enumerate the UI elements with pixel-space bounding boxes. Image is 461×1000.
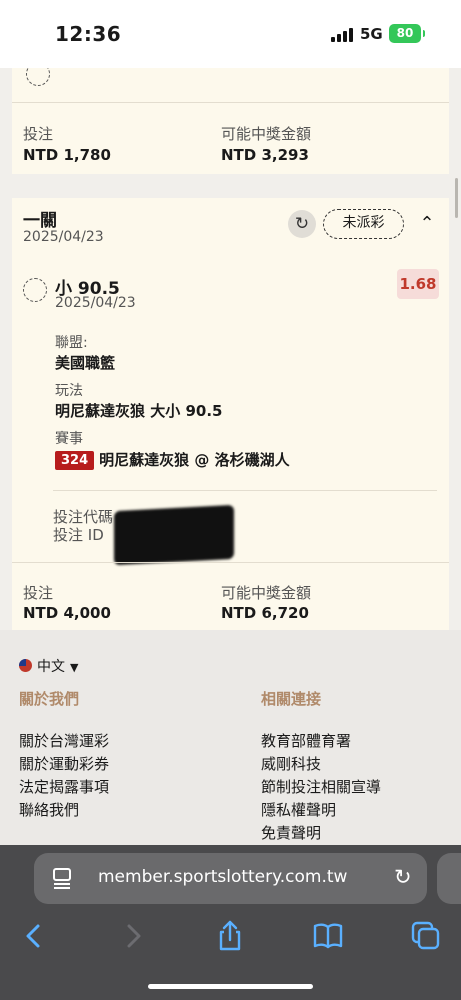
next-tab-preview[interactable] [437, 853, 461, 904]
footer-link[interactable]: 法定揭露事項 [19, 776, 109, 797]
footer-link[interactable]: 節制投注相關宣導 [261, 776, 381, 797]
reload-icon[interactable]: ↻ [394, 865, 412, 889]
match-label: 賽事 [55, 431, 83, 447]
odds-badge: 1.68 [397, 269, 439, 299]
footer-link[interactable]: 教育部體育署 [261, 730, 351, 751]
chevron-right-icon [127, 924, 141, 948]
payout-label: 可能中獎金額 [221, 125, 312, 143]
forward-button[interactable] [115, 918, 151, 954]
payout-value: NTD 6,720 [221, 604, 309, 622]
stake-label: 投注 [23, 125, 54, 143]
bet-type-title: 一關 [23, 211, 57, 231]
language-label: 中文 [37, 659, 65, 675]
pending-status-icon [23, 278, 47, 302]
chevron-up-icon: ⌃ [419, 213, 435, 234]
chevron-down-icon: ▼ [70, 661, 79, 674]
stake-value: NTD 4,000 [23, 604, 111, 622]
network-type: 5G [360, 25, 383, 43]
footer-link[interactable]: 威剛科技 [261, 753, 321, 774]
pending-status-icon [26, 68, 50, 86]
payout-status-badge: 未派彩 [323, 209, 404, 239]
signal-icon [331, 28, 355, 42]
payout-label: 可能中獎金額 [221, 584, 312, 602]
address-bar[interactable]: member.sportslottery.com.tw ↻ [34, 853, 427, 904]
match-number-badge: 324 [55, 451, 95, 470]
status-bar: 12:36 5G 80 [0, 0, 461, 68]
match-teams: 明尼蘇達灰狼 @ 洛杉磯湖人 [99, 451, 290, 469]
league-value: 美國職籃 [55, 354, 116, 372]
play-label: 玩法 [55, 383, 83, 399]
footer-link[interactable]: 聯絡我們 [19, 799, 79, 820]
url-text: member.sportslottery.com.tw [98, 867, 348, 887]
bet-id-label: 投注 ID [53, 526, 104, 544]
page-menu-icon[interactable] [52, 867, 72, 889]
selection-date: 2025/04/23 [55, 295, 136, 311]
match-value: 324 明尼蘇達灰狼 @ 洛杉磯湖人 [55, 449, 290, 470]
footer-link[interactable]: 隱私權聲明 [261, 799, 336, 820]
redaction-mark [114, 504, 234, 566]
league-label: 聯盟: [55, 335, 88, 351]
flag-icon [19, 659, 32, 672]
footer-link[interactable]: 關於運動彩券 [19, 753, 109, 774]
share-icon [219, 920, 241, 951]
footer-heading-links: 相關連接 [261, 690, 322, 708]
bookmarks-button[interactable] [310, 918, 346, 954]
chevron-left-icon [26, 924, 40, 948]
bet-card: 投注 NTD 1,780 可能中獎金額 NTD 3,293 [12, 68, 449, 174]
clock: 12:36 [55, 22, 122, 46]
home-indicator[interactable] [148, 984, 313, 989]
site-footer: 中文 ▼ 關於我們 關於台灣運彩 關於運動彩券 法定揭露事項 聯絡我們 相關連接 … [0, 630, 461, 845]
refresh-button[interactable]: ↻ [288, 210, 316, 238]
share-button[interactable] [212, 918, 248, 954]
tabs-icon [411, 921, 440, 950]
bet-date: 2025/04/23 [23, 229, 104, 245]
tabs-button[interactable] [408, 918, 444, 954]
bet-history-list[interactable]: 投注 NTD 1,780 可能中獎金額 NTD 3,293 一關 2025/04… [0, 68, 461, 630]
footer-link[interactable]: 免責聲明 [261, 822, 321, 843]
footer-heading-about: 關於我們 [19, 690, 80, 708]
back-button[interactable] [16, 918, 52, 954]
footer-link[interactable]: 關於台灣運彩 [19, 730, 109, 751]
scrollbar[interactable] [455, 178, 458, 218]
battery-icon: 80 [389, 24, 425, 43]
stake-value: NTD 1,780 [23, 146, 111, 164]
payout-value: NTD 3,293 [221, 146, 309, 164]
collapse-button[interactable]: ⌃ [415, 209, 439, 239]
browser-toolbar: member.sportslottery.com.tw ↻ [0, 845, 461, 1000]
refresh-icon: ↻ [294, 214, 310, 234]
bet-card: 一關 2025/04/23 ↻ 未派彩 ⌃ 小 90.5 2025/04/23 … [12, 198, 449, 630]
play-value: 明尼蘇達灰狼 大小 90.5 [55, 402, 223, 420]
book-icon [313, 923, 343, 949]
stake-label: 投注 [23, 584, 54, 602]
language-selector[interactable]: 中文 ▼ [19, 656, 78, 676]
